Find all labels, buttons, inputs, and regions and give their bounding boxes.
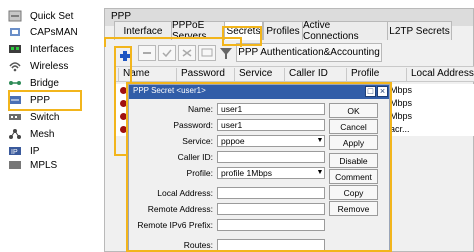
sidebar-item-bridge[interactable]: Bridge: [8, 75, 59, 91]
bridge-icon: [8, 77, 22, 89]
tab-label: Interface: [123, 25, 163, 37]
column-local-address[interactable]: Local Address: [406, 68, 474, 82]
wireless-icon: [8, 60, 22, 72]
sidebar-item-mpls[interactable]: MPLS: [8, 160, 57, 170]
column-password[interactable]: Password: [176, 68, 225, 82]
svg-text:IP: IP: [11, 149, 18, 156]
table-header: Name Password Service Caller ID Profile …: [116, 66, 474, 82]
ip-icon: IP: [8, 145, 22, 157]
enable-button[interactable]: [158, 45, 176, 61]
sidebar-item-interfaces[interactable]: Interfaces: [8, 41, 74, 57]
tab-label: Profiles: [266, 25, 300, 37]
sidebar-item-label: Quick Set: [30, 10, 74, 22]
filter-button[interactable]: [217, 45, 235, 61]
profile-cell: Mbps: [390, 85, 413, 95]
mpls-icon: [8, 160, 22, 170]
column-profile[interactable]: Profile: [346, 68, 379, 82]
tab-label: Active Connections: [303, 20, 359, 42]
sidebar-item-ip[interactable]: IP IP: [8, 143, 39, 159]
profile-cell: Mbps: [390, 111, 413, 121]
tab-l2tp-secrets[interactable]: L2TP Secrets: [387, 21, 452, 40]
sidebar-item-label: CAPsMAN: [30, 26, 78, 38]
mesh-icon: [8, 128, 22, 140]
sidebar-item-label: Mesh: [30, 128, 55, 140]
tab-active-connections[interactable]: Active Connections: [302, 20, 388, 42]
dialog-highlight: [126, 82, 392, 252]
x-icon: [182, 49, 192, 57]
sidebar-item-label: Bridge: [30, 77, 59, 89]
profile-cell: acr...: [390, 124, 410, 134]
sidebar-item-switch[interactable]: Switch: [8, 109, 59, 125]
minus-icon: [143, 52, 151, 54]
sidebar-item-mesh[interactable]: Mesh: [8, 126, 54, 142]
sidebar-item-capsman[interactable]: CAPsMAN: [8, 24, 78, 40]
interfaces-icon: [8, 43, 22, 55]
capsman-icon: [8, 26, 22, 38]
disable-button[interactable]: [178, 45, 196, 61]
filter-icon: [220, 48, 232, 59]
sidebar-item-label: Switch: [30, 111, 60, 123]
column-caller-id[interactable]: Caller ID: [284, 68, 328, 82]
remove-button[interactable]: [138, 45, 156, 61]
sidebar-menu: Quick Set CAPsMAN Interfaces Wireless Br…: [0, 0, 104, 252]
column-service[interactable]: Service: [234, 68, 272, 82]
sidebar-item-label: Interfaces: [30, 43, 74, 55]
quick-set-icon: [8, 10, 22, 22]
tab-profiles[interactable]: Profiles: [263, 21, 303, 40]
sidebar-item-quick-set[interactable]: Quick Set: [8, 8, 73, 24]
comment-button[interactable]: [198, 45, 216, 61]
tab-label: L2TP Secrets: [389, 25, 450, 37]
button-label: PPP Authentication&Accounting: [238, 47, 380, 58]
ppp-highlight: [8, 90, 82, 111]
profile-cell: Mbps: [390, 98, 413, 108]
sidebar-item-label: MPLS: [30, 160, 58, 170]
check-icon: [162, 49, 172, 58]
sidebar-item-label: Wireless: [30, 60, 69, 72]
sidebar-item-wireless[interactable]: Wireless: [8, 58, 68, 74]
switch-icon: [8, 111, 22, 123]
sidebar-item-label: IP: [30, 145, 40, 157]
comment-icon: [201, 48, 213, 57]
